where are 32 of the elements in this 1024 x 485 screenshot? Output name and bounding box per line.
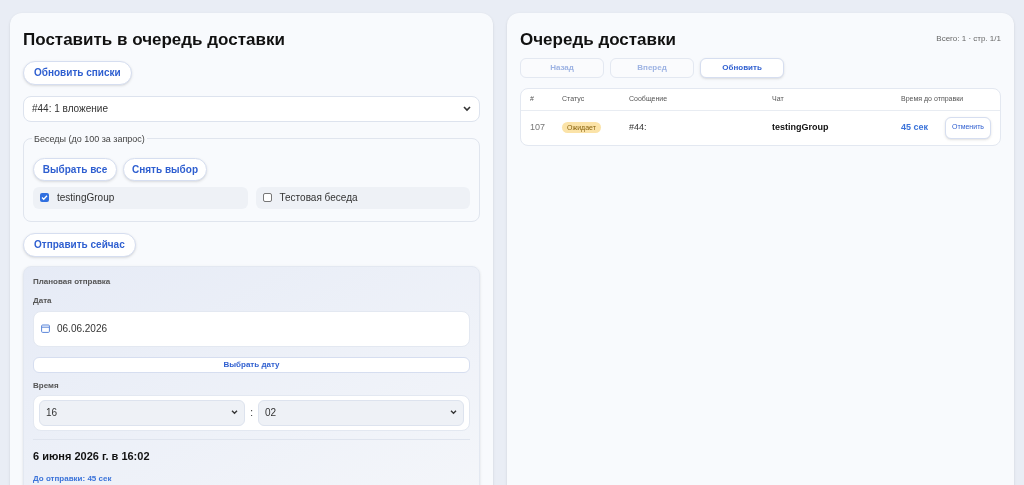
clear-selection-button[interactable]: Снять выбор <box>123 157 207 181</box>
chevron-icon <box>231 410 239 415</box>
hour-select[interactable]: 16 <box>39 399 246 426</box>
select-all-button[interactable]: Выбрать все <box>33 157 117 181</box>
checkbox[interactable] <box>262 193 272 202</box>
message-select[interactable]: #44: 1 вложение <box>23 95 481 122</box>
calendar-icon <box>41 324 50 333</box>
time-separator: : <box>250 406 253 420</box>
refresh-lists-button[interactable]: Обновить списки <box>23 60 132 85</box>
date-field[interactable]: 06.06.2026 <box>33 310 471 347</box>
send-now-button[interactable]: Отправить сейчас <box>23 232 136 257</box>
chevron-icon <box>463 105 472 112</box>
checkbox[interactable] <box>40 193 49 202</box>
pick-date-button[interactable]: Выбрать дату <box>33 356 471 373</box>
schedule-summary: 6 июня 2026 г. в 16:02 <box>33 448 151 464</box>
chat-option[interactable]: Тестовая беседа <box>255 186 471 209</box>
countdown-text: До отправки: 45 сек <box>33 473 113 485</box>
chevron-icon <box>450 410 458 415</box>
table-cell-text: testingGroup <box>772 120 830 134</box>
total-count: Всего: 1 · стр. 1/1 <box>936 33 1001 45</box>
eta-cell-text: 45 сек <box>901 120 929 134</box>
panel-title: Поставить в очередь доставки <box>23 29 285 51</box>
time-label: Время <box>33 379 60 392</box>
pager-button[interactable]: Обновить <box>700 57 785 78</box>
minute-select[interactable]: 02 <box>257 399 465 426</box>
panel-title: Очередь доставки <box>520 29 676 51</box>
chat-option[interactable]: testingGroup <box>33 186 248 209</box>
table-cell-text: 107 <box>530 120 547 134</box>
table-cell-text: #44: <box>629 120 648 134</box>
date-label: Дата <box>33 294 53 307</box>
schedule-title: Плановая отправка <box>33 275 112 288</box>
fieldset-legend: Беседы (до 100 за запрос) <box>32 132 147 146</box>
